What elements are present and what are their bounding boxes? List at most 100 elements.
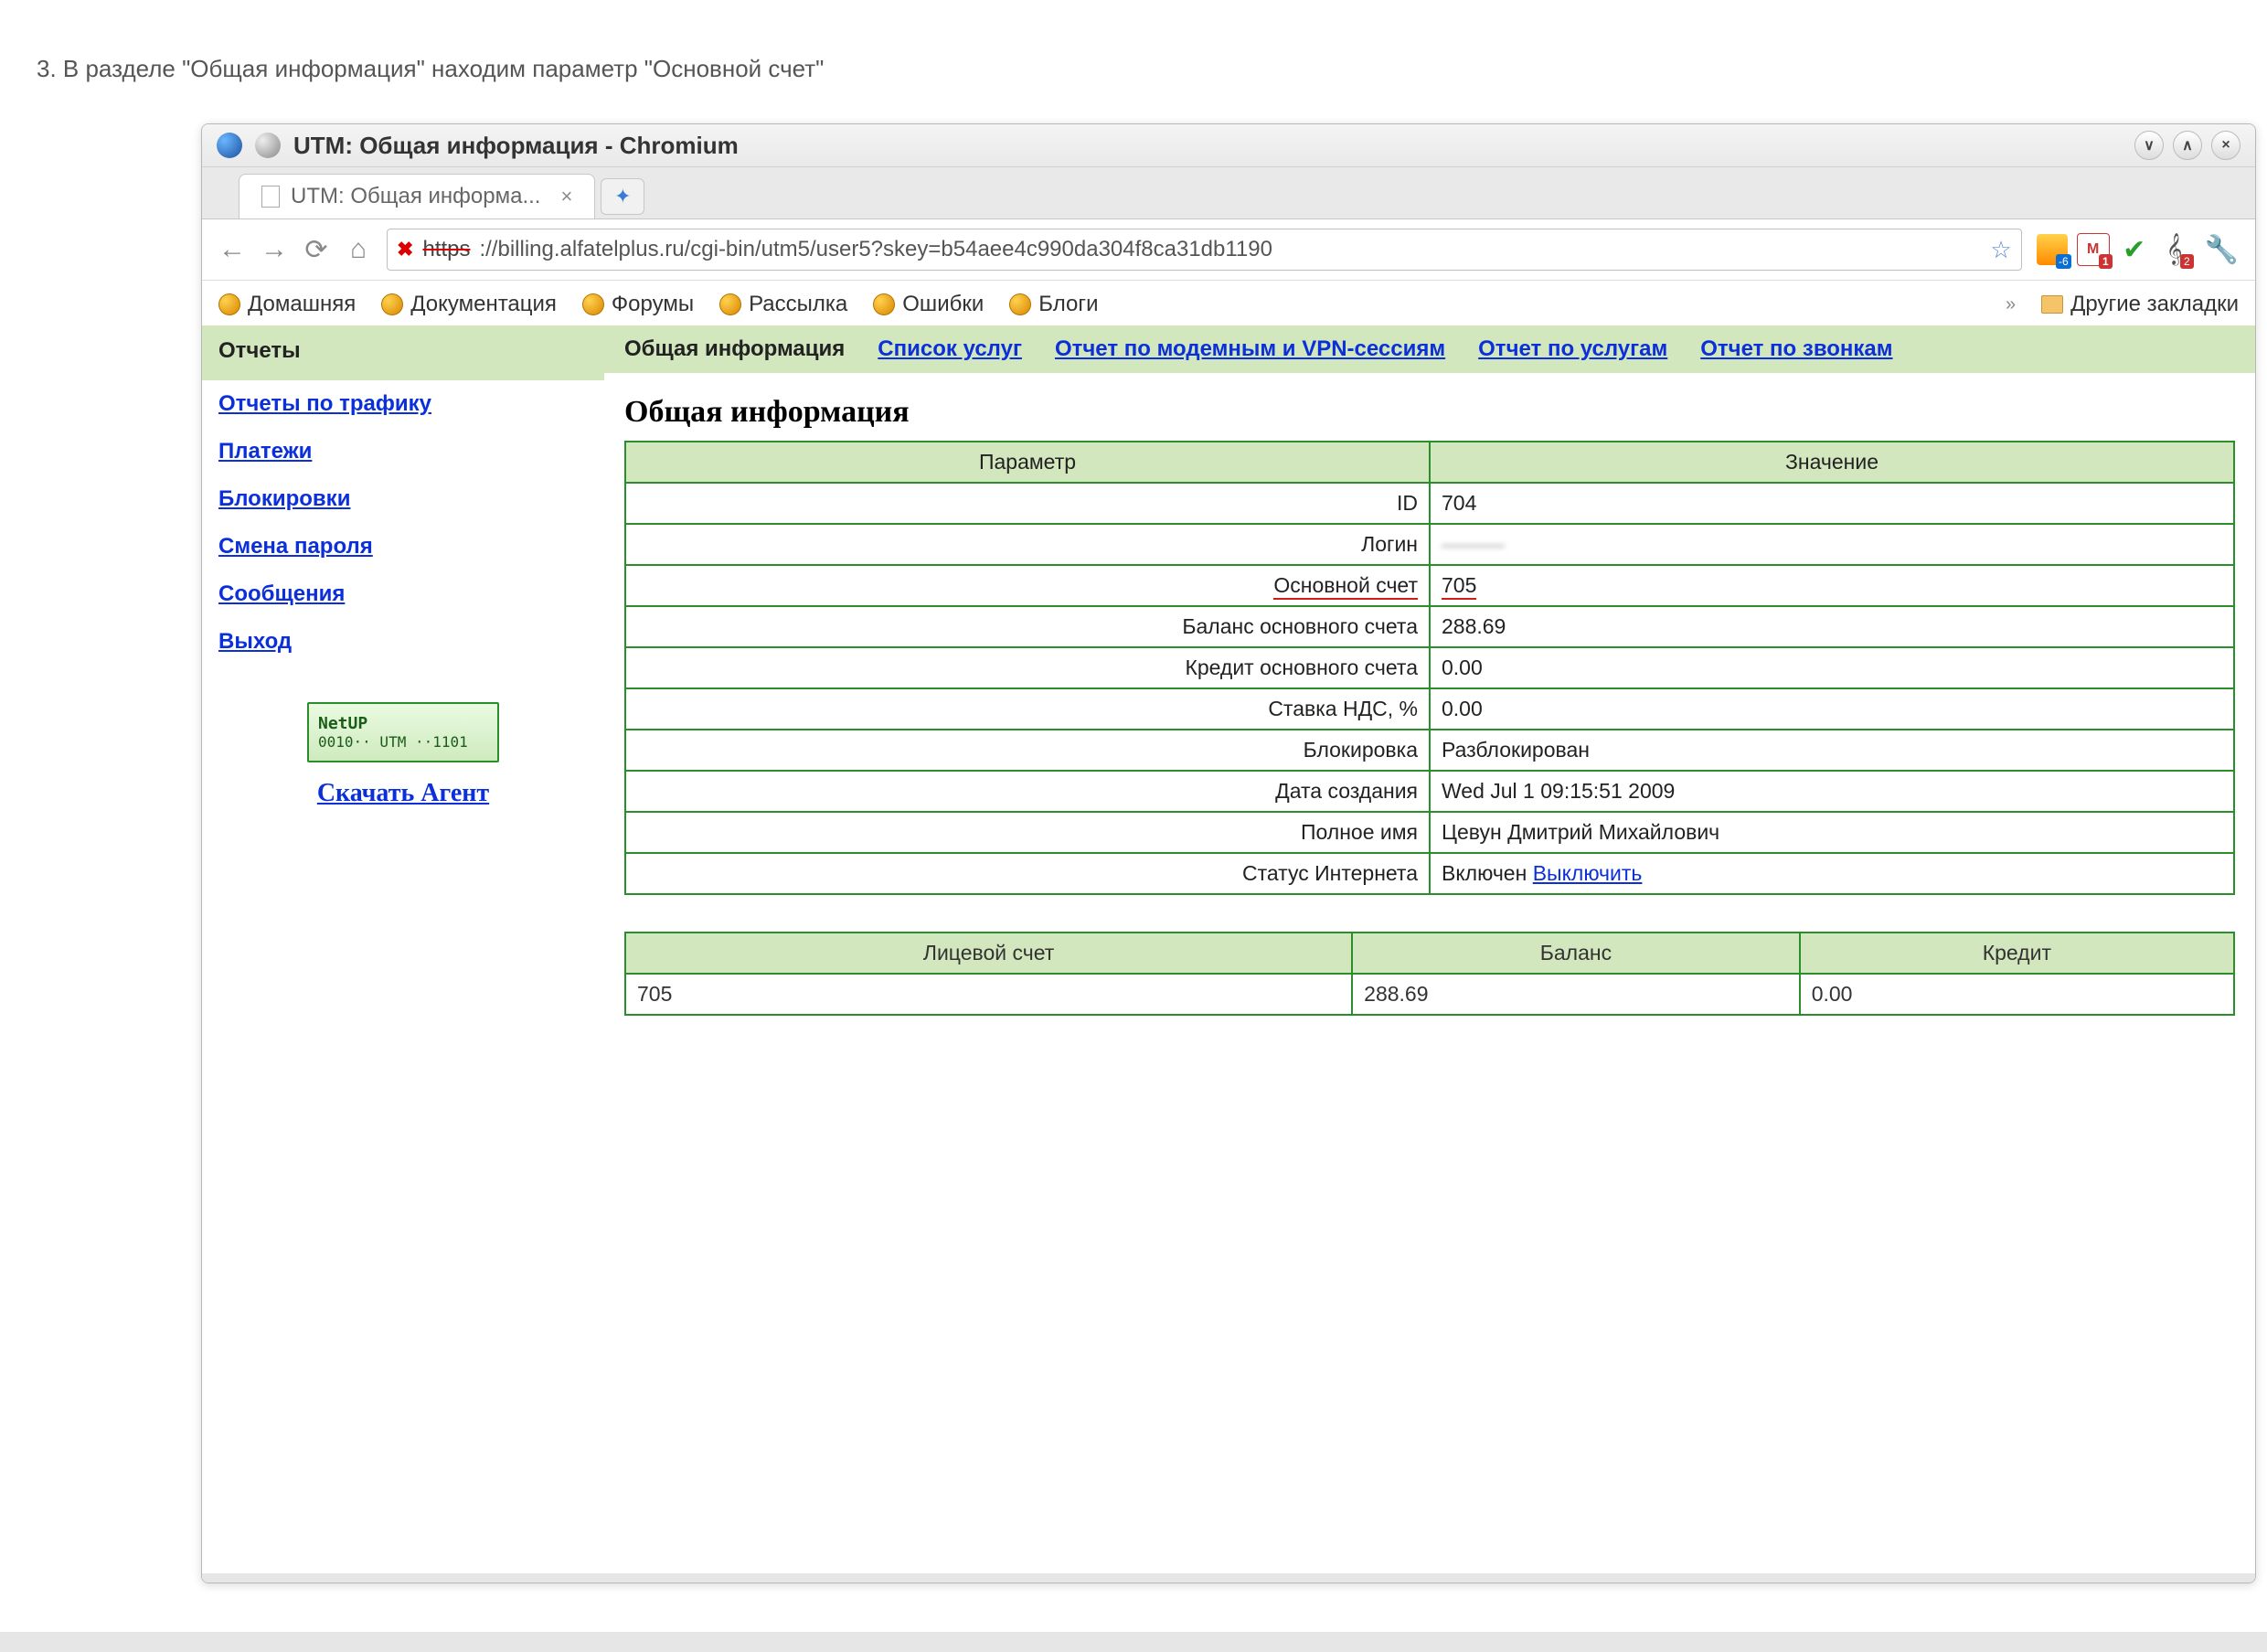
acct-th-2: Кредит [1800, 933, 2234, 974]
bookmark-label: Ошибки [902, 292, 984, 317]
bookmark-blogs[interactable]: Блоги [1009, 292, 1098, 317]
acct-th-0: Лицевой счет [625, 933, 1352, 974]
acct-cell-account: 705 [625, 974, 1352, 1015]
acct-cell-balance: 288.69 [1352, 974, 1800, 1015]
sidebar-header: Отчеты [202, 325, 604, 377]
bookmark-icon [582, 293, 604, 315]
info-param: Блокировка [625, 730, 1430, 771]
subtab-general[interactable]: Общая информация [624, 336, 845, 362]
window-title: UTM: Общая информация - Chromium [293, 132, 739, 160]
bookmark-forums[interactable]: Форумы [582, 292, 694, 317]
info-param: Ставка НДС, % [625, 688, 1430, 730]
info-row: Дата созданияWed Jul 1 09:15:51 2009 [625, 771, 2234, 812]
browser-tab[interactable]: UTM: Общая информа... × [239, 174, 595, 218]
nav-toolbar: ← → ⟳ ⌂ ✖ https ://billing.alfatelplus.r… [202, 218, 2255, 281]
acct-cell-credit: 0.00 [1800, 974, 2234, 1015]
url-scheme: https [422, 237, 470, 262]
minimize-button[interactable]: ∨ [2134, 131, 2164, 160]
page-icon [261, 186, 280, 208]
subtab-calls[interactable]: Отчет по звонкам [1700, 336, 1892, 362]
sidebar-item-messages[interactable]: Сообщения [202, 570, 604, 618]
close-tab-icon[interactable]: × [560, 185, 572, 208]
info-row: Полное имяЦевун Дмитрий Михайлович [625, 812, 2234, 853]
instruction-text: 3. В разделе "Общая информация" находим … [37, 55, 824, 83]
info-row: Логин——— [625, 524, 2234, 565]
subtab-vpn[interactable]: Отчет по модемным и VPN-сессиям [1055, 336, 1445, 362]
address-bar[interactable]: ✖ https ://billing.alfatelplus.ru/cgi-bi… [387, 229, 2022, 271]
weather-extension-icon[interactable] [2037, 234, 2068, 265]
info-value: 0.00 [1430, 647, 2234, 688]
info-value: ——— [1430, 524, 2234, 565]
sidebar-item-traffic[interactable]: Отчеты по трафику [202, 380, 604, 428]
info-param: Основной счет [625, 565, 1430, 606]
extension-icons: M ✔ 𝄞 [2037, 233, 2190, 266]
browser-window: UTM: Общая информация - Chromium ∨ ∧ × U… [201, 123, 2256, 1583]
bookmark-icon [1009, 293, 1031, 315]
bookmark-icon [218, 293, 240, 315]
bookmark-label: Рассылка [749, 292, 847, 317]
back-button[interactable]: ← [218, 234, 246, 265]
bookmark-label: Форумы [612, 292, 694, 317]
bookmark-label: Документация [410, 292, 557, 317]
info-param: Баланс основного счета [625, 606, 1430, 647]
bookmark-bugs[interactable]: Ошибки [873, 292, 984, 317]
netup-line1: NetUP [318, 714, 367, 733]
window-menu-icon[interactable] [255, 133, 281, 158]
reload-button[interactable]: ⟳ [303, 234, 330, 266]
sidebar-item-blocks[interactable]: Блокировки [202, 475, 604, 523]
forward-button[interactable]: → [261, 234, 288, 265]
sidebar-item-password[interactable]: Смена пароля [202, 523, 604, 570]
bookmark-icon [381, 293, 403, 315]
settings-wrench-icon[interactable]: 🔧 [2205, 234, 2239, 266]
info-th-value: Значение [1430, 442, 2234, 483]
tab-title: UTM: Общая информа... [291, 184, 540, 209]
close-window-button[interactable]: × [2211, 131, 2240, 160]
maximize-button[interactable]: ∧ [2173, 131, 2202, 160]
subtab-service-report[interactable]: Отчет по услугам [1478, 336, 1667, 362]
info-param: Статус Интернета [625, 853, 1430, 894]
acct-row: 705 288.69 0.00 [625, 974, 2234, 1015]
accounts-table: Лицевой счет Баланс Кредит 705 288.69 0.… [624, 932, 2235, 1016]
info-value: 705 [1430, 565, 2234, 606]
internet-toggle-link[interactable]: Выключить [1533, 861, 1643, 885]
netup-line2: 0010·· UTM ··1101 [318, 733, 468, 751]
bookmarks-overflow[interactable]: » [2006, 294, 2016, 315]
sidebar-item-payments[interactable]: Платежи [202, 428, 604, 475]
insecure-icon: ✖ [397, 238, 413, 261]
bookmark-mailing[interactable]: Рассылка [719, 292, 847, 317]
new-tab-button[interactable]: ✦ [601, 178, 644, 215]
info-value: Включен Выключить [1430, 853, 2234, 894]
sidebar-item-logout[interactable]: Выход [202, 618, 604, 666]
page-title: Общая информация [624, 395, 2235, 430]
home-button[interactable]: ⌂ [345, 234, 372, 265]
subtab-services[interactable]: Список услуг [878, 336, 1022, 362]
page-footer-strip [0, 1632, 2267, 1652]
info-th-param: Параметр [625, 442, 1430, 483]
info-row: Кредит основного счета0.00 [625, 647, 2234, 688]
netup-badge: NetUP 0010·· UTM ··1101 [307, 702, 499, 762]
bookmark-icon [873, 293, 895, 315]
bookmark-home[interactable]: Домашняя [218, 292, 356, 317]
info-row: Статус ИнтернетаВключен Выключить [625, 853, 2234, 894]
info-row: ID704 [625, 483, 2234, 524]
bookmark-docs[interactable]: Документация [381, 292, 557, 317]
gmail-extension-icon[interactable]: M [2077, 233, 2110, 266]
info-param: Логин [625, 524, 1430, 565]
info-value: 288.69 [1430, 606, 2234, 647]
bookmarks-bar: Домашняя Документация Форумы Рассылка Ош… [202, 281, 2255, 329]
checkmark-extension-icon[interactable]: ✔ [2119, 234, 2150, 265]
other-bookmarks-label: Другие закладки [2070, 292, 2239, 317]
download-agent[interactable]: Скачать Агент [202, 779, 604, 808]
tab-strip: UTM: Общая информа... × ✦ [202, 167, 2255, 218]
other-bookmarks-folder[interactable]: Другие закладки [2041, 292, 2239, 317]
info-table: Параметр Значение ID704Логин———Основной … [624, 441, 2235, 895]
info-row: Баланс основного счета288.69 [625, 606, 2234, 647]
window-titlebar: UTM: Общая информация - Chromium ∨ ∧ × [202, 124, 2255, 167]
bookmark-star-icon[interactable]: ☆ [1990, 236, 2011, 264]
info-param: Кредит основного счета [625, 647, 1430, 688]
info-value: Цевун Дмитрий Михайлович [1430, 812, 2234, 853]
bookmark-label: Блоги [1038, 292, 1098, 317]
music-extension-icon[interactable]: 𝄞 [2159, 234, 2190, 265]
url-rest: ://billing.alfatelplus.ru/cgi-bin/utm5/u… [479, 237, 1272, 262]
info-value: 704 [1430, 483, 2234, 524]
